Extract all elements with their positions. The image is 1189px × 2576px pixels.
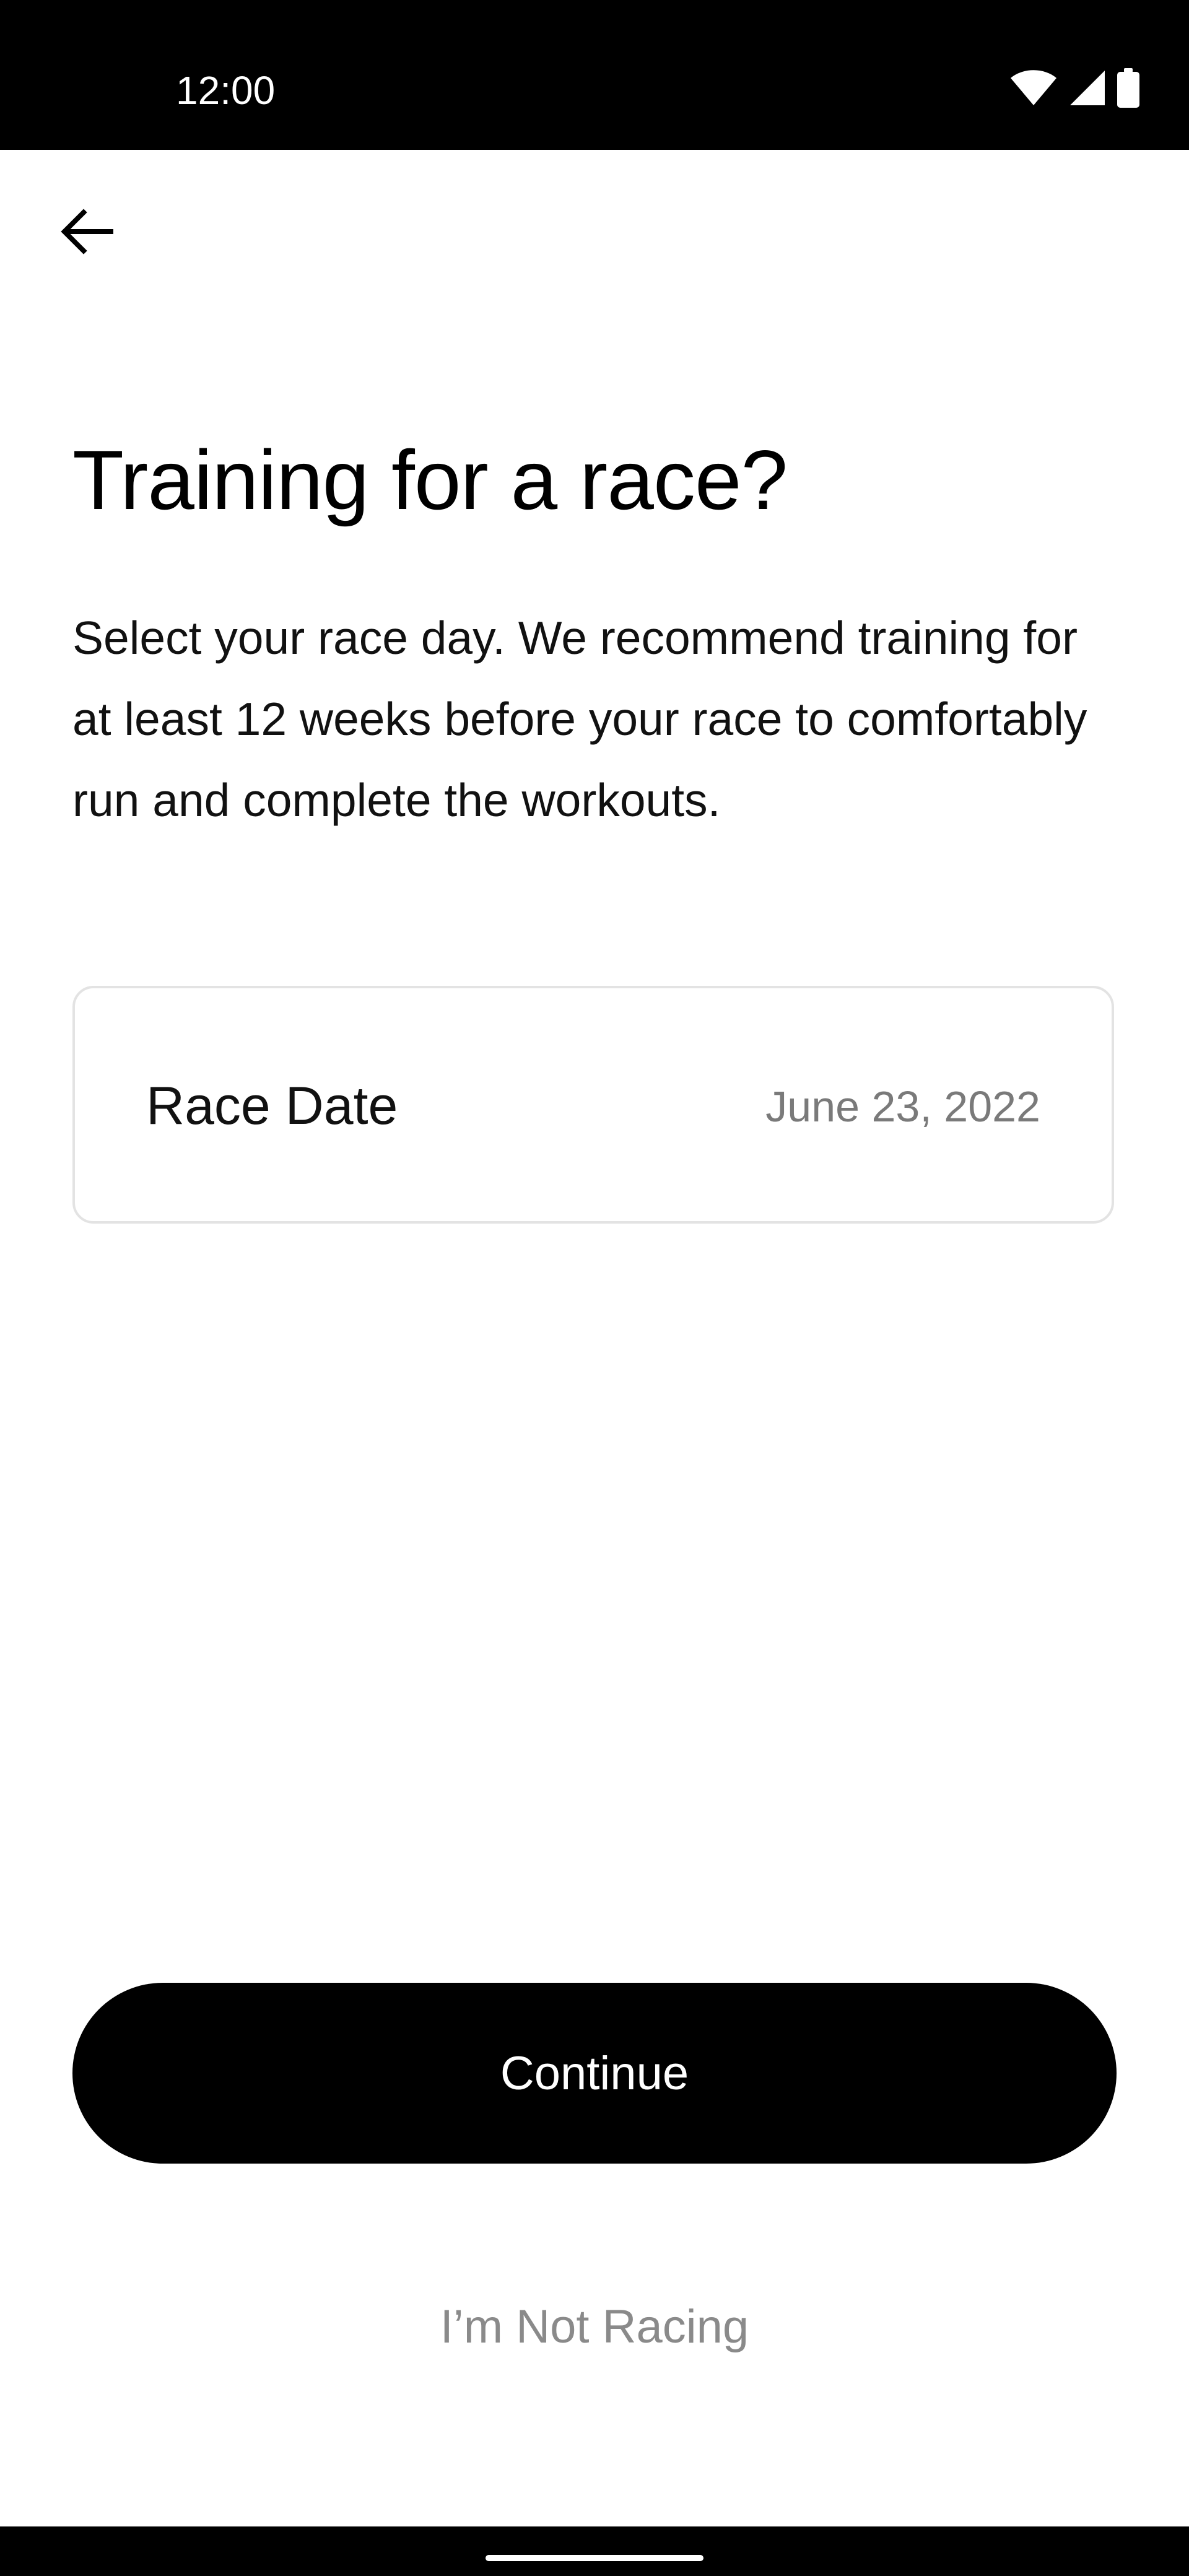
arrow-left-icon <box>59 207 115 259</box>
page-title: Training for a race? <box>72 433 788 527</box>
home-indicator[interactable] <box>486 2555 703 2561</box>
status-bar: 12:00 <box>0 0 1189 150</box>
navigation-bar <box>0 2526 1189 2576</box>
back-button[interactable] <box>50 196 124 270</box>
not-racing-link[interactable]: I’m Not Racing <box>0 2296 1189 2358</box>
battery-icon <box>1117 67 1139 111</box>
wifi-icon <box>1009 69 1058 110</box>
status-time: 12:00 <box>176 68 276 113</box>
race-date-value: June 23, 2022 <box>765 1082 1040 1131</box>
page-description: Select your race day. We recommend train… <box>72 612 1087 826</box>
race-date-label: Race Date <box>146 1076 398 1136</box>
cellular-signal-icon <box>1069 69 1106 110</box>
continue-button[interactable]: Continue <box>72 1983 1117 2164</box>
race-date-selector[interactable]: Race Date June 23, 2022 <box>72 986 1114 1224</box>
status-icons <box>1009 67 1139 111</box>
